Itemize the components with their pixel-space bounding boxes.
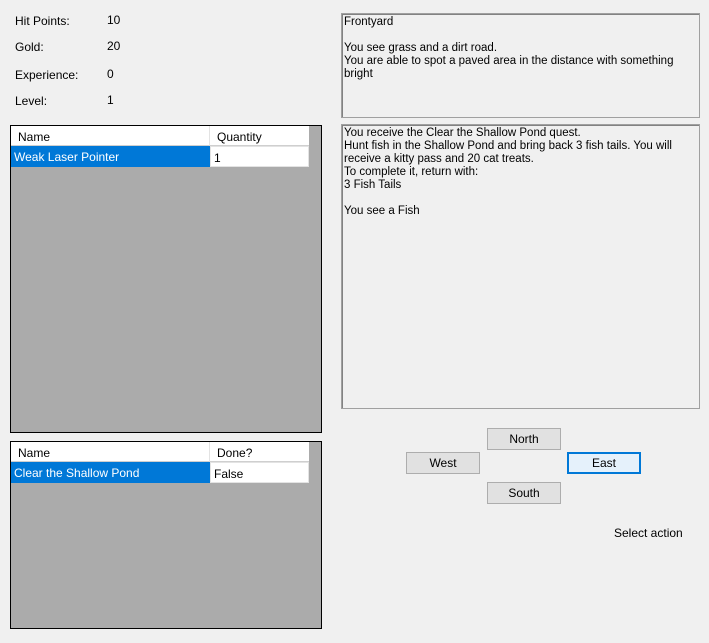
quest-name[interactable]: Clear the Shallow Pond xyxy=(11,462,210,483)
message-line: Hunt fish in the Shallow Pond and bring … xyxy=(344,140,676,165)
message-line xyxy=(344,192,697,205)
inventory-grid[interactable]: Name Quantity Weak Laser Pointer 1 xyxy=(10,125,322,433)
gold-value: 20 xyxy=(107,39,121,53)
location-line: You are able to spot a paved area in the… xyxy=(344,55,677,80)
location-title: Frontyard xyxy=(344,16,394,28)
quest-done[interactable]: False xyxy=(210,462,309,483)
level-label: Level: xyxy=(15,94,48,108)
inventory-header-name[interactable]: Name xyxy=(11,126,210,146)
north-button[interactable]: North xyxy=(487,428,561,450)
east-button[interactable]: East xyxy=(567,452,641,474)
messages-textbox[interactable]: You receive the Clear the Shallow Pond q… xyxy=(341,124,700,409)
experience-label: Experience: xyxy=(15,68,79,82)
west-button[interactable]: West xyxy=(406,452,480,474)
message-line: To complete it, return with: xyxy=(344,166,479,178)
gold-label: Gold: xyxy=(15,40,44,54)
inventory-item-name[interactable]: Weak Laser Pointer xyxy=(11,146,210,167)
level-value: 1 xyxy=(107,93,114,107)
message-line: You see a Fish xyxy=(344,205,420,217)
action-status: Select action xyxy=(614,526,683,540)
location-line xyxy=(344,29,697,42)
message-line: 3 Fish Tails xyxy=(344,179,402,191)
quests-header-done[interactable]: Done? xyxy=(210,442,309,462)
inventory-item-quantity[interactable]: 1 xyxy=(210,146,309,167)
quests-grid[interactable]: Name Done? Clear the Shallow Pond False xyxy=(10,441,322,629)
experience-value: 0 xyxy=(107,67,114,81)
south-button[interactable]: South xyxy=(487,482,561,504)
message-line: You receive the Clear the Shallow Pond q… xyxy=(344,127,581,139)
location-textbox[interactable]: Frontyard You see grass and a dirt road.… xyxy=(341,13,700,118)
quests-header-name[interactable]: Name xyxy=(11,442,210,462)
location-line: You see grass and a dirt road. xyxy=(344,42,498,54)
inventory-header-quantity[interactable]: Quantity xyxy=(210,126,309,146)
hit-points-value: 10 xyxy=(107,13,121,27)
hit-points-label: Hit Points: xyxy=(15,14,70,28)
